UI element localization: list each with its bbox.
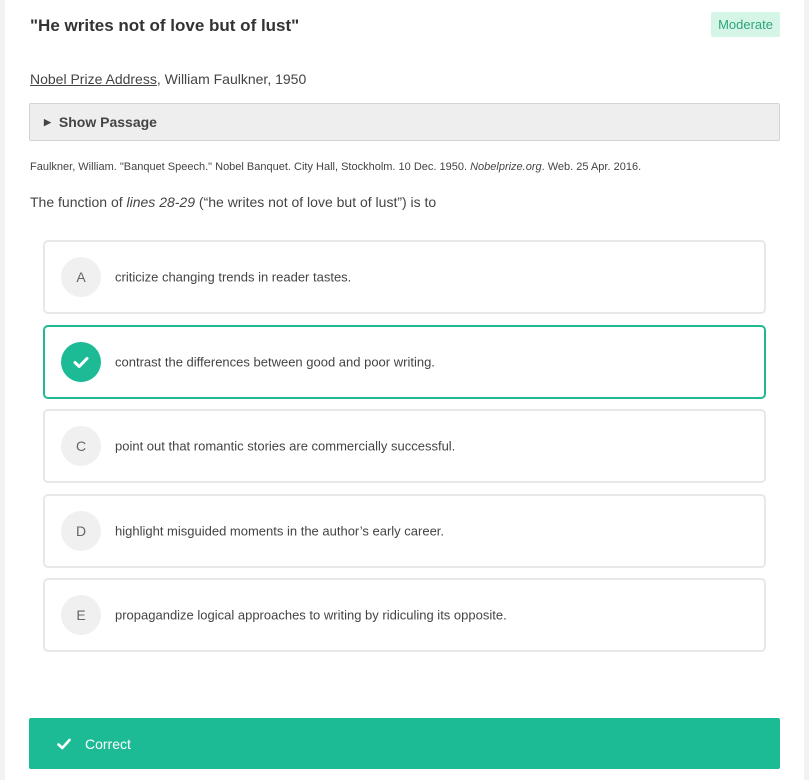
answer-choice-a[interactable]: A criticize changing trends in reader ta… — [43, 240, 766, 314]
choice-text: criticize changing trends in reader tast… — [115, 269, 352, 285]
choice-text: propagandize logical approaches to writi… — [115, 607, 507, 623]
citation-site: Nobelprize.org — [470, 161, 542, 173]
show-passage-label: Show Passage — [58, 114, 157, 130]
caret-right-icon: ▶ — [44, 116, 51, 127]
result-label: Correct — [85, 735, 131, 752]
choice-text: highlight misguided moments in the autho… — [115, 523, 445, 539]
choice-letter: A — [61, 257, 101, 297]
choice-text: point out that romantic stories are comm… — [115, 438, 456, 454]
source-author: , William Faulkner, 1950 — [156, 71, 307, 87]
citation: Faulkner, William. "Banquet Speech." Nob… — [30, 161, 641, 173]
source-link[interactable]: Nobel Prize Address — [30, 71, 157, 87]
citation-text: Faulkner, William. "Banquet Speech." Nob… — [30, 161, 471, 173]
citation-date: . Web. 25 Apr. 2016. — [541, 161, 642, 173]
show-passage-button[interactable]: ▶ Show Passage — [29, 103, 780, 141]
answer-choice-e[interactable]: E propagandize logical approaches to wri… — [43, 578, 766, 652]
choice-letter: E — [61, 595, 101, 635]
choice-letter: D — [61, 511, 101, 551]
source-line: Nobel Prize Address, William Faulkner, 1… — [30, 71, 306, 87]
check-icon — [61, 342, 101, 382]
prompt-quote: (“he writes not of love but of lust”) is… — [195, 194, 437, 210]
check-icon — [57, 738, 71, 749]
result-banner: Correct — [29, 718, 780, 769]
answer-choice-b[interactable]: contrast the differences between good an… — [43, 325, 766, 399]
prompt-text: The function of — [30, 194, 127, 210]
difficulty-badge: Moderate — [711, 12, 780, 37]
question-title: "He writes not of love but of lust" — [30, 16, 300, 35]
choice-text: contrast the differences between good an… — [115, 354, 435, 370]
answer-choice-d[interactable]: D highlight misguided moments in the aut… — [43, 494, 766, 568]
question-card: "He writes not of love but of lust" Mode… — [5, 0, 804, 780]
answer-choice-c[interactable]: C point out that romantic stories are co… — [43, 409, 766, 483]
prompt-lines: lines 28-29 — [126, 194, 196, 210]
choice-letter: C — [61, 426, 101, 466]
question-prompt: The function of lines 28-29 (“he writes … — [30, 194, 436, 210]
